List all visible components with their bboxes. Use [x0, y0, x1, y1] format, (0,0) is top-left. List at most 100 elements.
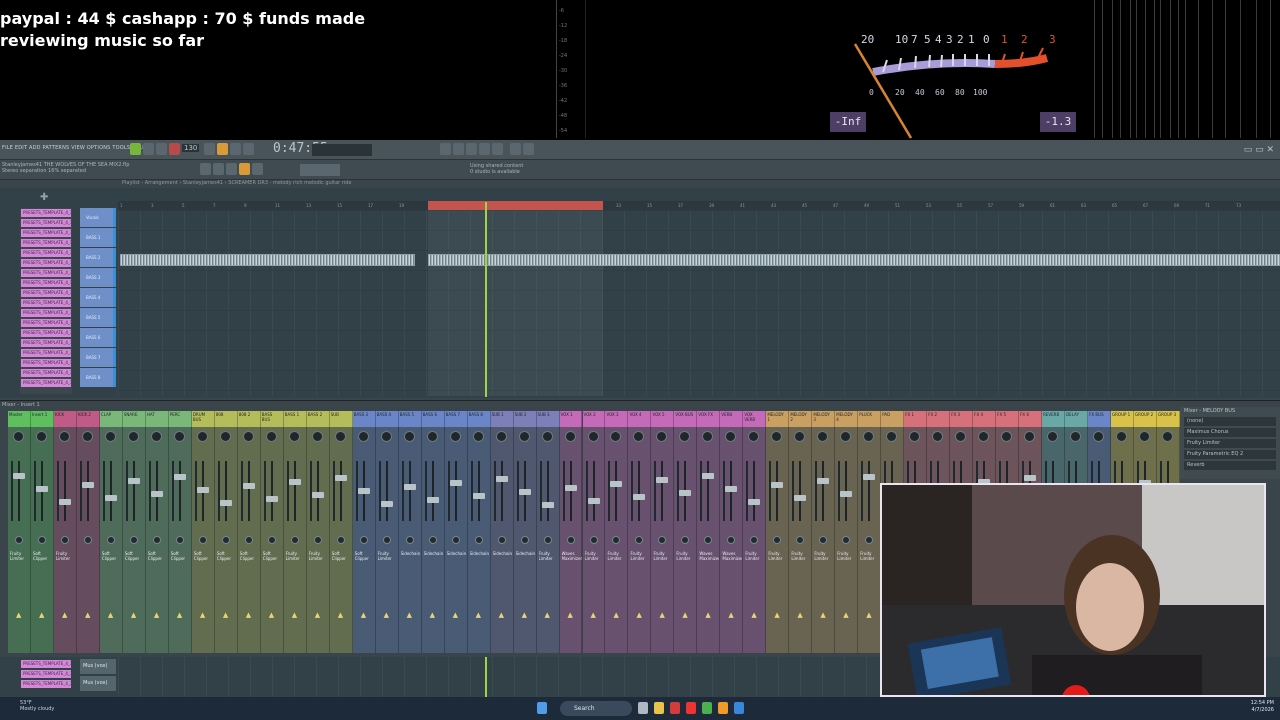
- send-arrow-icon[interactable]: ▲: [384, 611, 389, 619]
- mixer-track-name[interactable]: DELAY: [1065, 411, 1087, 427]
- mixer-pan-knob[interactable]: [566, 536, 575, 544]
- mixer-track[interactable]: MELODY 3 Fruity Limiter ▲: [812, 411, 836, 653]
- mixer-track-name[interactable]: HAT: [146, 411, 168, 427]
- playhead[interactable]: [485, 202, 487, 397]
- pattern-selector[interactable]: [300, 164, 340, 176]
- mixer-track[interactable]: PERC Soft Clipper ▲: [168, 411, 192, 653]
- send-arrow-icon[interactable]: ▲: [246, 611, 251, 619]
- fx-slot[interactable]: Fruity Limiter: [1184, 439, 1276, 448]
- send-arrow-icon[interactable]: ▲: [591, 611, 596, 619]
- mixer-track[interactable]: BASS 5 Sidechain ▲: [398, 411, 422, 653]
- mixer-pan-knob[interactable]: [796, 536, 805, 544]
- pattern-item[interactable]: PRESETS_TEMPLATE_4_3: [21, 309, 71, 317]
- mixer-volume-knob[interactable]: [219, 431, 231, 442]
- mixer-pan-knob[interactable]: [37, 536, 46, 544]
- channel-rack-button[interactable]: [466, 143, 477, 155]
- mixer-fader[interactable]: [403, 484, 416, 490]
- send-arrow-icon[interactable]: ▲: [568, 611, 573, 619]
- tempo-display[interactable]: 130: [182, 144, 200, 152]
- mixer-pan-knob[interactable]: [15, 536, 23, 544]
- mixer-fader[interactable]: [725, 486, 738, 492]
- mixer-volume-knob[interactable]: [955, 431, 967, 442]
- loop-selection[interactable]: [428, 201, 603, 210]
- track-header[interactable]: Vocals: [80, 208, 116, 227]
- mixer-volume-knob[interactable]: [1047, 431, 1059, 442]
- start-icon[interactable]: [537, 702, 547, 714]
- mixer-track-name[interactable]: FX 3: [950, 411, 972, 427]
- mixer-track-name[interactable]: BASS 7: [445, 411, 467, 427]
- mixer-track[interactable]: BASS BUS Soft Clipper ▲: [260, 411, 284, 653]
- track-header[interactable]: BASS 3: [80, 268, 116, 287]
- send-arrow-icon[interactable]: ▲: [774, 611, 779, 619]
- mixer-fader[interactable]: [357, 488, 370, 494]
- mixer-fader[interactable]: [748, 499, 761, 505]
- mixer-pan-knob[interactable]: [198, 536, 207, 544]
- mixer-fader[interactable]: [288, 479, 301, 485]
- track-header[interactable]: BASS 1: [80, 228, 116, 247]
- mixer-volume-knob[interactable]: [978, 431, 990, 442]
- mixer-pan-knob[interactable]: [313, 536, 322, 544]
- send-arrow-icon[interactable]: ▲: [407, 611, 412, 619]
- pattern-item[interactable]: PRESETS_TEMPLATE_4_3: [21, 289, 71, 297]
- mixer-track[interactable]: SUB 3 Fruity Limiter ▲: [536, 411, 560, 653]
- file-explorer-icon[interactable]: [654, 702, 664, 714]
- fl-studio-icon[interactable]: [718, 702, 728, 714]
- mixer-track-name[interactable]: GROUP 2: [1134, 411, 1156, 427]
- mixer-track[interactable]: VOX BUS Fruity Limiter ▲: [674, 411, 698, 653]
- mixer-volume-knob[interactable]: [541, 431, 553, 442]
- mixer-pan-knob[interactable]: [382, 536, 391, 544]
- mixer-pan-knob[interactable]: [773, 536, 782, 544]
- mixer-track[interactable]: SNARE Soft Clipper ▲: [122, 411, 146, 653]
- mixer-fader[interactable]: [679, 490, 692, 496]
- mixer-track-name[interactable]: PERC: [169, 411, 191, 427]
- mixer-track-name[interactable]: FX 1: [904, 411, 926, 427]
- mixer-track-name[interactable]: FX 5: [996, 411, 1018, 427]
- send-arrow-icon[interactable]: ▲: [728, 611, 733, 619]
- mixer-track[interactable]: HAT Soft Clipper ▲: [145, 411, 169, 653]
- send-arrow-icon[interactable]: ▲: [682, 611, 687, 619]
- app-icon[interactable]: [670, 702, 680, 714]
- mixer-track-name[interactable]: CLAP: [100, 411, 122, 427]
- mixer-track[interactable]: SUB 1 Sidechain ▲: [490, 411, 514, 653]
- mixer-track[interactable]: BASS 8 Sidechain ▲: [467, 411, 491, 653]
- help-button[interactable]: [523, 143, 534, 155]
- send-arrow-icon[interactable]: ▲: [751, 611, 756, 619]
- pattern-item[interactable]: PRESETS_TEMPLATE_4_3: [21, 219, 71, 227]
- mixer-fader[interactable]: [35, 486, 48, 492]
- send-arrow-icon[interactable]: ▲: [476, 611, 481, 619]
- mixer-fader[interactable]: [58, 499, 71, 505]
- mixer-fader[interactable]: [817, 478, 830, 484]
- mixer-volume-knob[interactable]: [1024, 431, 1036, 442]
- mixer-track-name[interactable]: VOX VERB: [743, 411, 765, 427]
- youtube-icon[interactable]: [686, 702, 696, 714]
- mixer-track-name[interactable]: VOX 1: [560, 411, 582, 427]
- mixer-volume-knob[interactable]: [403, 431, 415, 442]
- mixer-pan-knob[interactable]: [819, 536, 828, 544]
- pattern-item[interactable]: PRESETS_TEMPLATE_4_3: [21, 299, 71, 307]
- mixer-track-name[interactable]: PAD: [881, 411, 903, 427]
- mixer-track-name[interactable]: VERB: [720, 411, 742, 427]
- snap-button[interactable]: [200, 163, 211, 175]
- mixer-fader[interactable]: [541, 502, 554, 508]
- fx-slot[interactable]: Reverb: [1184, 461, 1276, 470]
- pattern-item[interactable]: PRESETS_TEMPLATE_4_3: [21, 670, 71, 678]
- send-arrow-icon[interactable]: ▲: [315, 611, 320, 619]
- mixer-volume-knob[interactable]: [1139, 431, 1151, 442]
- mixer-pan-knob[interactable]: [589, 536, 598, 544]
- mixer-track[interactable]: VOX 4 Fruity Limiter ▲: [628, 411, 652, 653]
- send-arrow-icon[interactable]: ▲: [545, 611, 550, 619]
- send-arrow-icon[interactable]: ▲: [200, 611, 205, 619]
- mixer-volume-knob[interactable]: [587, 431, 599, 442]
- mixer-volume-knob[interactable]: [334, 431, 346, 442]
- track-header[interactable]: BASS 4: [80, 288, 116, 307]
- mixer-track-name[interactable]: FX 4: [973, 411, 995, 427]
- mixer-pan-knob[interactable]: [60, 536, 69, 544]
- fx-slot[interactable]: (none): [1184, 417, 1276, 426]
- mixer-track-name[interactable]: GROUP 3: [1157, 411, 1179, 427]
- mixer-fader[interactable]: [771, 482, 784, 488]
- mixer-track[interactable]: 808 Soft Clipper ▲: [214, 411, 238, 653]
- mixer-volume-knob[interactable]: [127, 431, 139, 442]
- pattern-item[interactable]: PRESETS_TEMPLATE_4_3: [21, 279, 71, 287]
- send-arrow-icon[interactable]: ▲: [820, 611, 825, 619]
- mixer-volume-knob[interactable]: [265, 431, 277, 442]
